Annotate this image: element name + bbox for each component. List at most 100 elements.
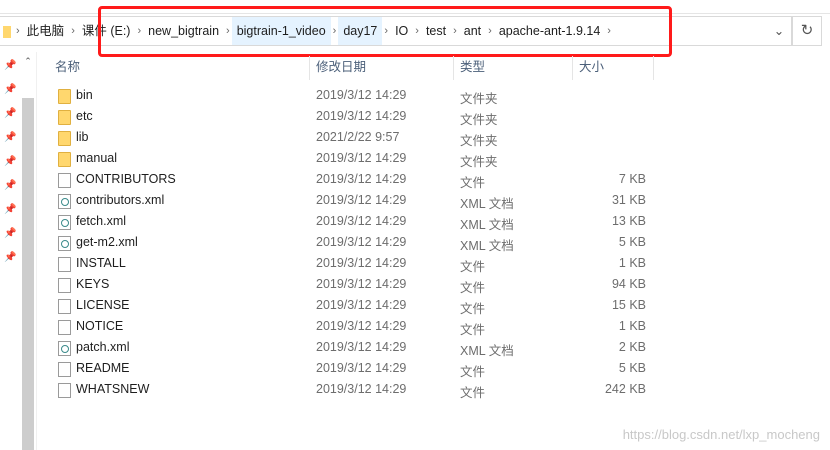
breadcrumb-separator-icon[interactable]: › bbox=[605, 25, 613, 37]
column-header-size[interactable]: 大小 bbox=[573, 56, 654, 80]
scrollbar-thumb[interactable] bbox=[22, 98, 34, 450]
file-date: 2019/3/12 14:29 bbox=[316, 193, 407, 207]
column-label: 名称 bbox=[55, 60, 81, 74]
pin-icon[interactable]: 📌 bbox=[4, 132, 16, 143]
file-row[interactable]: INSTALL 2019/3/12 14:29 文件 1 KB bbox=[52, 254, 662, 275]
file-row[interactable]: etc 2019/3/12 14:29 文件夹 bbox=[52, 107, 662, 128]
breadcrumb-item[interactable]: 此电脑 bbox=[22, 17, 70, 45]
navigation-pane: 📌 📌 📌 📌 📌 📌 📌 📌 📌 bbox=[0, 52, 22, 450]
column-header-type[interactable]: 类型 bbox=[454, 56, 573, 80]
scroll-up-icon[interactable]: ⌃ bbox=[22, 56, 34, 67]
pin-icon[interactable]: 📌 bbox=[4, 84, 16, 95]
pin-icon[interactable]: 📌 bbox=[4, 108, 16, 119]
xml-icon bbox=[58, 236, 71, 251]
file-row[interactable]: LICENSE 2019/3/12 14:29 文件 15 KB bbox=[52, 296, 662, 317]
column-header-date[interactable]: 修改日期 bbox=[310, 56, 454, 80]
file-row[interactable]: manual 2019/3/12 14:29 文件夹 bbox=[52, 149, 662, 170]
file-size: 2 KB bbox=[618, 340, 646, 354]
folder-icon bbox=[58, 89, 71, 104]
breadcrumb-separator-icon[interactable]: › bbox=[451, 25, 459, 37]
breadcrumb-item[interactable]: apache-ant-1.9.14 bbox=[494, 17, 605, 45]
breadcrumb-item[interactable]: test bbox=[421, 17, 451, 45]
pin-icon[interactable]: 📌 bbox=[4, 252, 16, 263]
file-icon bbox=[58, 278, 71, 293]
file-type: 文件 bbox=[460, 281, 486, 295]
column-label: 类型 bbox=[460, 60, 486, 74]
breadcrumb-separator-icon[interactable]: › bbox=[413, 25, 421, 37]
breadcrumb-separator-icon[interactable]: › bbox=[486, 25, 494, 37]
breadcrumb-separator-icon[interactable]: › bbox=[135, 25, 143, 37]
file-row[interactable]: README 2019/3/12 14:29 文件 5 KB bbox=[52, 359, 662, 380]
file-size: 15 KB bbox=[611, 298, 646, 312]
file-icon bbox=[58, 173, 71, 188]
file-name: KEYS bbox=[76, 277, 110, 291]
file-name: patch.xml bbox=[76, 340, 130, 354]
file-row[interactable]: get-m2.xml 2019/3/12 14:29 XML 文档 5 KB bbox=[52, 233, 662, 254]
folder-icon bbox=[58, 131, 71, 146]
file-icon bbox=[58, 320, 71, 335]
file-row[interactable]: patch.xml 2019/3/12 14:29 XML 文档 2 KB bbox=[52, 338, 662, 359]
file-size: 7 KB bbox=[618, 172, 646, 186]
file-name: WHATSNEW bbox=[76, 382, 150, 396]
file-date: 2019/3/12 14:29 bbox=[316, 361, 407, 375]
breadcrumb-item[interactable]: 课件 (E:) bbox=[77, 17, 136, 45]
pin-icon[interactable]: 📌 bbox=[4, 60, 16, 71]
file-date: 2019/3/12 14:29 bbox=[316, 214, 407, 228]
chevron-down-icon[interactable]: ⌄ bbox=[766, 16, 792, 46]
column-label: 大小 bbox=[579, 60, 605, 74]
file-date: 2019/3/12 14:29 bbox=[316, 88, 407, 102]
file-name: contributors.xml bbox=[76, 193, 165, 207]
breadcrumb-item[interactable]: IO bbox=[390, 17, 413, 45]
column-header-name[interactable]: 名称 bbox=[49, 56, 310, 80]
file-date: 2019/3/12 14:29 bbox=[316, 235, 407, 249]
file-name: LICENSE bbox=[76, 298, 130, 312]
file-row[interactable]: contributors.xml 2019/3/12 14:29 XML 文档 … bbox=[52, 191, 662, 212]
file-name: manual bbox=[76, 151, 117, 165]
breadcrumb-separator-icon[interactable]: › bbox=[331, 25, 339, 37]
file-row[interactable]: CONTRIBUTORS 2019/3/12 14:29 文件 7 KB bbox=[52, 170, 662, 191]
file-row[interactable]: lib 2021/2/22 9:57 文件夹 bbox=[52, 128, 662, 149]
breadcrumb-separator-icon[interactable]: › bbox=[382, 25, 390, 37]
file-row[interactable]: KEYS 2019/3/12 14:29 文件 94 KB bbox=[52, 275, 662, 296]
file-row[interactable]: bin 2019/3/12 14:29 文件夹 bbox=[52, 86, 662, 107]
file-name: README bbox=[76, 361, 130, 375]
address-bar[interactable]: › 此电脑 › 课件 (E:) › new_bigtrain › bigtrain-1_vid… bbox=[0, 16, 792, 46]
xml-icon bbox=[58, 194, 71, 209]
file-date: 2019/3/12 14:29 bbox=[316, 172, 407, 186]
breadcrumb-item[interactable]: bigtrain-1_video bbox=[231, 17, 331, 45]
file-size: 5 KB bbox=[618, 235, 646, 249]
file-type: 文件夹 bbox=[460, 92, 498, 106]
file-date: 2019/3/12 14:29 bbox=[316, 256, 407, 270]
file-type: 文件 bbox=[460, 302, 486, 316]
file-row[interactable]: NOTICE 2019/3/12 14:29 文件 1 KB bbox=[52, 317, 662, 338]
file-type: 文件夹 bbox=[460, 155, 498, 169]
file-name: get-m2.xml bbox=[76, 235, 138, 249]
file-type: XML 文档 bbox=[460, 218, 514, 232]
refresh-button[interactable]: ↻ bbox=[792, 16, 822, 46]
file-date: 2019/3/12 14:29 bbox=[316, 319, 407, 333]
breadcrumb-separator-icon[interactable]: › bbox=[14, 25, 22, 37]
breadcrumb-separator-icon[interactable]: › bbox=[224, 25, 232, 37]
breadcrumb-item[interactable]: day17 bbox=[338, 17, 383, 45]
file-type: XML 文档 bbox=[460, 344, 514, 358]
xml-icon bbox=[58, 215, 71, 230]
file-row[interactable]: fetch.xml 2019/3/12 14:29 XML 文档 13 KB bbox=[52, 212, 662, 233]
file-name: NOTICE bbox=[76, 319, 124, 333]
breadcrumb-item[interactable]: new_bigtrain bbox=[143, 17, 224, 45]
file-date: 2019/3/12 14:29 bbox=[316, 151, 407, 165]
pin-icon[interactable]: 📌 bbox=[4, 180, 16, 191]
pane-divider bbox=[36, 52, 37, 450]
pin-icon[interactable]: 📌 bbox=[4, 228, 16, 239]
file-type: 文件 bbox=[460, 176, 486, 190]
pin-icon[interactable]: 📌 bbox=[4, 204, 16, 215]
pin-icon[interactable]: 📌 bbox=[4, 156, 16, 167]
breadcrumb-separator-icon[interactable]: › bbox=[69, 25, 77, 37]
file-icon bbox=[58, 257, 71, 272]
file-row[interactable]: WHATSNEW 2019/3/12 14:29 文件 242 KB bbox=[52, 380, 662, 401]
file-size: 1 KB bbox=[618, 319, 646, 333]
column-label: 修改日期 bbox=[316, 60, 367, 74]
file-type: XML 文档 bbox=[460, 239, 514, 253]
breadcrumb-item[interactable]: ant bbox=[459, 17, 486, 45]
file-size: 31 KB bbox=[611, 193, 646, 207]
file-date: 2019/3/12 14:29 bbox=[316, 277, 407, 291]
